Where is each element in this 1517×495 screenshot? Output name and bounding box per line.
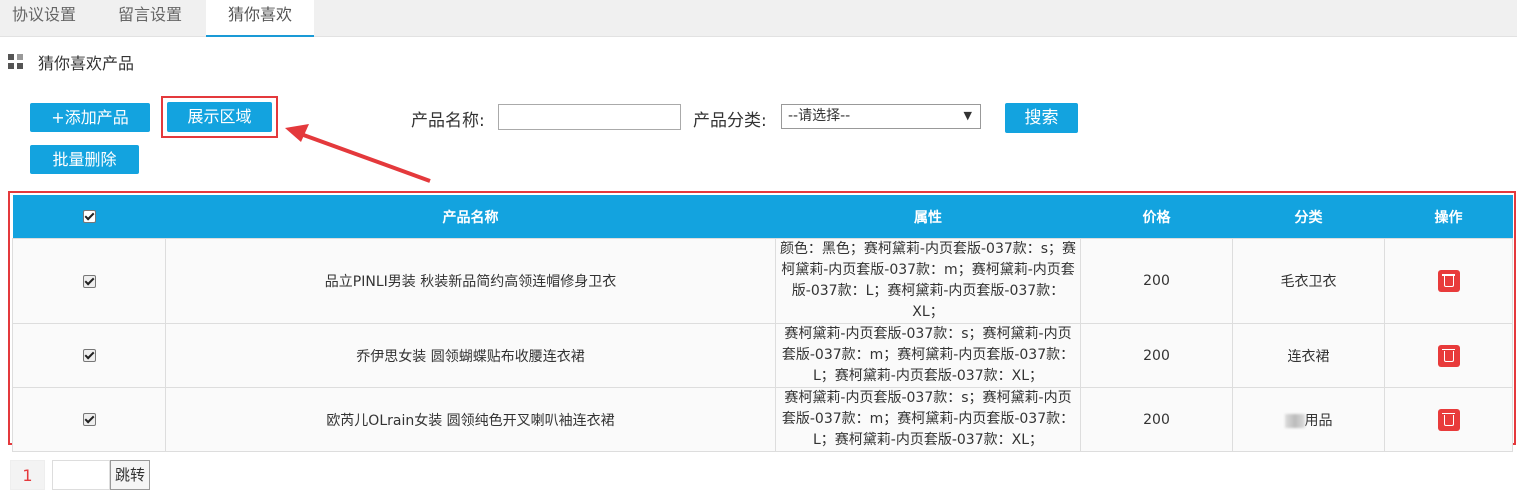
price-cell: 200 (1080, 387, 1233, 452)
category-cell: 毛衣卫衣 (1232, 238, 1385, 324)
category-text: 用品 (1304, 412, 1333, 429)
price-cell: 200 (1080, 323, 1233, 388)
table-row: 品立PINLI男装 秋装新品简约高领连帽修身卫衣 颜色：黑色；赛柯黛莉-内页套版… (12, 238, 1513, 324)
select-all-checkbox[interactable] (82, 210, 96, 223)
pagination: 1 跳转 (10, 460, 150, 490)
table-row: 欧芮儿OLrain女装 圆领纯色开叉喇叭袖连衣裙 赛柯黛莉-内页套版-037款：… (12, 387, 1513, 452)
blurred-text (1284, 413, 1305, 428)
attributes-cell: 颜色：黑色；赛柯黛莉-内页套版-037款：s；赛柯黛莉-内页套版-037款：m；… (775, 238, 1081, 324)
product-table-highlight: 产品名称 属性 价格 分类 操作 品立PINLI男装 秋装新品简约高领连帽修身卫… (8, 191, 1516, 452)
product-name-cell: 欧芮儿OLrain女装 圆领纯色开叉喇叭袖连衣裙 (165, 387, 776, 452)
row-checkbox[interactable] (82, 274, 96, 288)
header-attributes: 属性 (775, 195, 1081, 239)
price-cell: 200 (1080, 238, 1233, 324)
trash-icon[interactable] (1437, 270, 1460, 292)
header-product-name: 产品名称 (165, 195, 776, 239)
page-number-current[interactable]: 1 (10, 460, 45, 490)
select-all-cell[interactable] (12, 195, 166, 239)
attributes-cell: 赛柯黛莉-内页套版-037款：s；赛柯黛莉-内页套版-037款：m；赛柯黛莉-内… (775, 323, 1081, 388)
table-row: 乔伊思女装 圆领蝴蝶贴布收腰连衣裙 赛柯黛莉-内页套版-037款：s；赛柯黛莉-… (12, 323, 1513, 388)
row-checkbox[interactable] (82, 413, 96, 426)
page-jump-input[interactable] (52, 460, 110, 490)
page-jump-button[interactable]: 跳转 (110, 460, 150, 490)
attributes-cell: 赛柯黛莉-内页套版-037款：s；赛柯黛莉-内页套版-037款：m；赛柯黛莉-内… (775, 387, 1081, 452)
row-checkbox[interactable] (82, 349, 96, 362)
trash-icon[interactable] (1437, 408, 1460, 431)
trash-icon[interactable] (1437, 344, 1460, 367)
category-cell: 用品 (1232, 387, 1385, 452)
product-name-cell: 品立PINLI男装 秋装新品简约高领连帽修身卫衣 (165, 238, 776, 324)
header-price: 价格 (1080, 195, 1233, 239)
table-header-row: 产品名称 属性 价格 分类 操作 (12, 195, 1513, 239)
product-table: 产品名称 属性 价格 分类 操作 品立PINLI男装 秋装新品简约高领连帽修身卫… (12, 195, 1513, 452)
product-name-cell: 乔伊思女装 圆领蝴蝶贴布收腰连衣裙 (165, 323, 776, 388)
header-category: 分类 (1232, 195, 1385, 239)
category-cell: 连衣裙 (1232, 323, 1385, 388)
header-actions: 操作 (1384, 195, 1513, 239)
